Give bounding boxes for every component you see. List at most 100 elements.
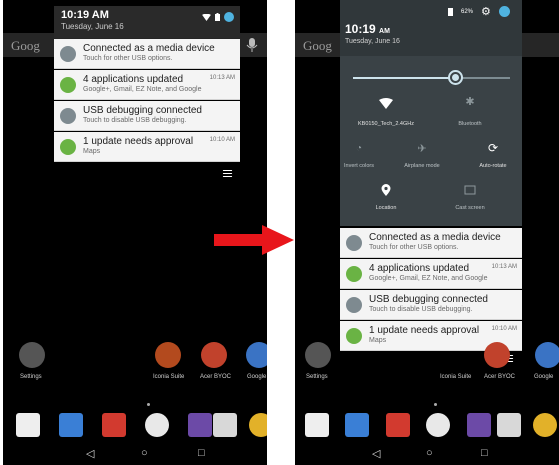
app-label-acer-byoc: Acer BYOC — [484, 374, 516, 380]
tile-label-wifi: KB0150_Tech_2.4GHz — [358, 121, 414, 127]
cast-icon[interactable] — [464, 185, 476, 195]
auto-rotate-icon[interactable]: ⟳ — [488, 141, 498, 155]
settings-gear-icon[interactable]: ⚙ — [481, 5, 491, 18]
notification-overflow-icon — [222, 170, 233, 178]
page-indicator — [434, 403, 437, 406]
play-store-icon — [60, 139, 76, 155]
settings-app-icon[interactable] — [19, 342, 45, 368]
notification-title: 4 applications updated — [83, 74, 184, 85]
page-indicator — [147, 403, 150, 406]
gmail-icon[interactable] — [102, 413, 126, 437]
google-folder-icon[interactable] — [246, 342, 267, 368]
play-store-icon — [60, 77, 76, 93]
google-folder-icon[interactable] — [535, 342, 559, 368]
clock-ampm: AM — [379, 28, 390, 35]
notification-item[interactable]: Connected as a media device Touch for oth… — [54, 39, 240, 69]
clock-date: Tuesday, June 16 — [61, 22, 124, 31]
chrome-icon[interactable] — [249, 413, 267, 437]
calendar-icon[interactable] — [345, 413, 369, 437]
home-icon[interactable]: ○ — [426, 447, 433, 459]
notification-title: Connected as a media device — [83, 43, 215, 54]
airplane-icon[interactable]: ✈ — [417, 142, 426, 155]
tile-label-cast-screen: Cast screen — [455, 205, 485, 211]
microphone-icon[interactable] — [245, 37, 259, 53]
notification-title: 1 update needs approval — [83, 136, 194, 147]
user-avatar-icon[interactable] — [224, 12, 234, 22]
notification-subtitle: Google+, Gmail, EZ Note, and Google — [369, 275, 488, 282]
notification-item[interactable]: USB debugging connected Touch to disable … — [340, 290, 522, 320]
notification-item[interactable]: 4 applications updated Google+, Gmail, EZ… — [340, 259, 522, 289]
gmail-icon[interactable] — [386, 413, 410, 437]
comparison-canvas: Goog 10:19 AM Tuesday, June 16 Connected… — [0, 0, 559, 465]
notification-subtitle: Touch to disable USB debugging. — [83, 117, 187, 124]
notification-item[interactable]: USB debugging connected Touch to disable … — [54, 101, 240, 131]
notification-item[interactable]: 1 update needs approval Maps 10:10 AM — [54, 132, 240, 162]
camera-icon[interactable] — [497, 413, 521, 437]
notification-item[interactable]: Connected as a media device Touch for oth… — [340, 228, 522, 258]
wifi-icon — [202, 13, 211, 21]
play-store-icon[interactable] — [16, 413, 40, 437]
notification-item[interactable]: 4 applications updated Google+, Gmail, EZ… — [54, 70, 240, 100]
phone-screen-after: Goog 10:19 AM Tuesday, June 16 62% ⚙ KB0… — [295, 0, 559, 465]
brightness-slider-track[interactable] — [462, 77, 510, 79]
recents-icon[interactable]: □ — [481, 447, 488, 459]
bluetooth-icon[interactable]: ✱ — [465, 95, 474, 108]
chrome-icon[interactable] — [533, 413, 557, 437]
tile-label-auto-rotate: Auto-rotate — [479, 163, 507, 169]
calendar-icon[interactable] — [59, 413, 83, 437]
tile-label-invert-colors: Invert colors — [344, 163, 374, 169]
usb-icon — [60, 46, 76, 62]
camera-icon[interactable] — [213, 413, 237, 437]
app-label-settings: Settings — [306, 374, 328, 380]
status-shade-header[interactable]: 10:19 AM Tuesday, June 16 — [54, 6, 240, 38]
user-avatar-icon[interactable] — [498, 6, 510, 17]
location-icon[interactable] — [381, 184, 391, 196]
play-store-icon — [346, 328, 362, 344]
app-label-iconia-suite: Iconia Suite — [440, 374, 472, 380]
iconia-suite-app-icon[interactable] — [155, 342, 181, 368]
search-bar-logo: Goog — [11, 38, 40, 53]
app-label-google: Google — [534, 374, 554, 380]
recents-icon[interactable]: □ — [198, 447, 205, 459]
notification-title: 1 update needs approval — [369, 325, 480, 336]
brightness-slider-fill[interactable] — [353, 77, 457, 79]
acer-byoc-app-icon[interactable] — [201, 342, 227, 368]
notification-title: 4 applications updated — [369, 263, 470, 274]
status-icons — [202, 12, 234, 22]
app-drawer-icon[interactable] — [426, 413, 450, 437]
quick-settings-status: 62% ⚙ — [448, 5, 510, 18]
gallery-icon[interactable] — [467, 413, 491, 437]
battery-icon — [448, 7, 453, 16]
wifi-icon[interactable] — [379, 98, 393, 109]
back-icon[interactable]: ◁ — [86, 447, 94, 460]
notification-subtitle: Maps — [369, 337, 387, 344]
play-store-icon — [346, 266, 362, 282]
invert-colors-icon[interactable]: ◔ — [356, 143, 362, 154]
back-icon[interactable]: ◁ — [372, 447, 380, 460]
usb-icon — [346, 235, 362, 251]
notification-time: 10:10 AM — [209, 137, 235, 143]
clock-date: Tuesday, June 16 — [345, 38, 400, 45]
clock-time: 10:19 AM — [345, 22, 390, 36]
brightness-slider-thumb[interactable] — [450, 72, 461, 83]
app-label-iconia-suite: Iconia Suite — [153, 374, 185, 380]
gallery-icon[interactable] — [188, 413, 212, 437]
battery-icon — [215, 13, 220, 21]
clock-time: 10:19 AM — [61, 9, 109, 21]
debug-icon — [346, 297, 362, 313]
app-label-google: Google — [247, 374, 267, 380]
notification-title: Connected as a media device — [369, 232, 501, 243]
notification-subtitle: Touch to disable USB debugging. — [369, 306, 473, 313]
notification-subtitle: Touch for other USB options. — [369, 244, 459, 251]
settings-app-icon[interactable] — [305, 342, 331, 368]
tile-label-location: Location — [375, 205, 397, 211]
notification-subtitle: Maps — [83, 148, 101, 155]
acer-byoc-app-icon[interactable] — [484, 342, 510, 368]
play-store-icon[interactable] — [305, 413, 329, 437]
search-bar-logo: Goog — [303, 38, 332, 53]
home-icon[interactable]: ○ — [141, 447, 148, 459]
notification-time: 10:13 AM — [491, 264, 517, 270]
debug-icon — [60, 108, 76, 124]
app-drawer-icon[interactable] — [145, 413, 169, 437]
quick-settings-panel: 10:19 AM Tuesday, June 16 62% ⚙ KB0150_T… — [340, 0, 522, 226]
